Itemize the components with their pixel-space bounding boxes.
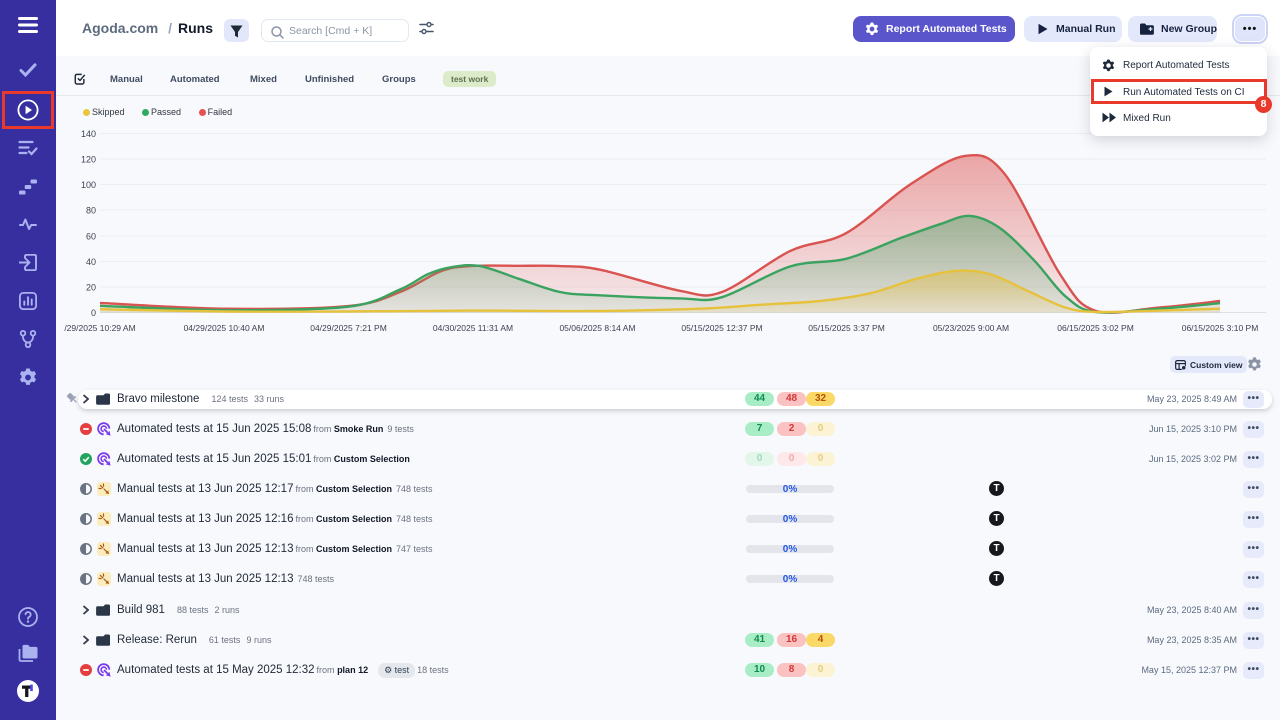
svg-text:05/23/2025 9:00 AM: 05/23/2025 9:00 AM xyxy=(933,323,1009,333)
svg-text:60: 60 xyxy=(86,232,96,242)
svg-text:120: 120 xyxy=(81,155,96,165)
svg-text:05/06/2025 8:14 AM: 05/06/2025 8:14 AM xyxy=(559,323,635,333)
svg-text:40: 40 xyxy=(86,257,96,267)
svg-text:06/15/2025 3:10 PM: 06/15/2025 3:10 PM xyxy=(1182,323,1259,333)
svg-text:140: 140 xyxy=(81,129,96,139)
svg-text:06/15/2025 3:02 PM: 06/15/2025 3:02 PM xyxy=(1057,323,1134,333)
svg-text:/29/2025 10:29 AM: /29/2025 10:29 AM xyxy=(64,323,135,333)
svg-text:80: 80 xyxy=(86,206,96,216)
svg-text:04/29/2025 7:21 PM: 04/29/2025 7:21 PM xyxy=(310,323,387,333)
svg-text:100: 100 xyxy=(81,180,96,190)
svg-text:05/15/2025 12:37 PM: 05/15/2025 12:37 PM xyxy=(681,323,762,333)
svg-text:20: 20 xyxy=(86,283,96,293)
svg-text:04/30/2025 11:31 AM: 04/30/2025 11:31 AM xyxy=(433,323,513,333)
svg-text:0: 0 xyxy=(91,308,96,318)
svg-text:05/15/2025 3:37 PM: 05/15/2025 3:37 PM xyxy=(808,323,885,333)
svg-text:04/29/2025 10:40 AM: 04/29/2025 10:40 AM xyxy=(184,323,265,333)
